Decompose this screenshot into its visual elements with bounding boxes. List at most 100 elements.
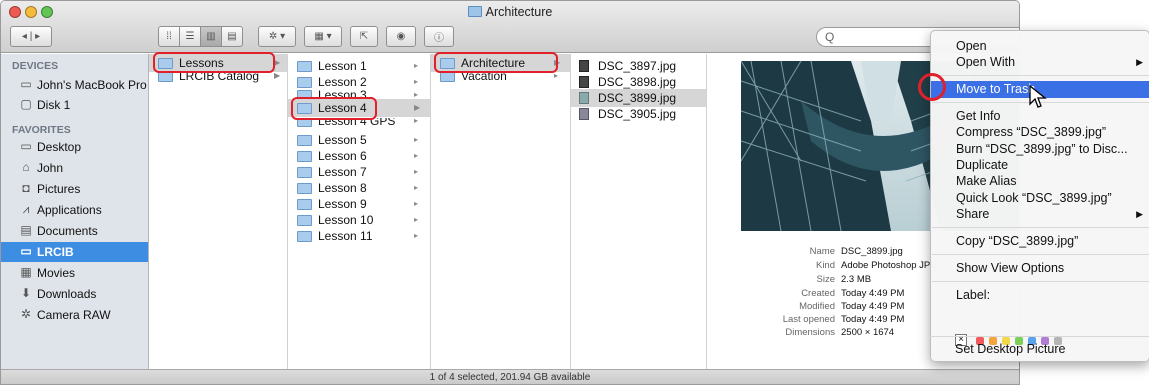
menu-item-open[interactable]: Open <box>931 38 1149 55</box>
menu-item-quick-look[interactable]: Quick Look “DSC_3899.jpg” <box>931 190 1149 207</box>
highlight-ring <box>434 52 558 73</box>
image-file-icon <box>579 92 589 104</box>
info-value: Adobe Photoshop JPE <box>841 260 937 271</box>
sidebar-item-disk1[interactable]: ▢ Disk 1 <box>1 95 148 115</box>
menu-item-open-with[interactable]: Open With ▶ <box>931 54 1149 71</box>
sidebar-item-desktop[interactable]: ▭ Desktop <box>1 137 148 157</box>
image-file-icon <box>579 108 589 120</box>
applications-icon: ⩘ <box>22 202 30 216</box>
list-item[interactable]: DSC_3905.jpg <box>571 105 706 123</box>
home-icon: ⌂ <box>22 160 30 174</box>
menu-item-burn[interactable]: Burn “DSC_3899.jpg” to Disc... <box>931 141 1149 158</box>
share-button[interactable]: ⇱ <box>350 26 378 47</box>
list-view-button[interactable]: ☰ <box>179 26 201 47</box>
info-value: DSC_3899.jpg <box>841 246 903 257</box>
menu-item-duplicate[interactable]: Duplicate <box>931 157 1149 174</box>
menu-label-heading: Label: <box>956 288 991 302</box>
column-view-button[interactable]: ▥ <box>200 26 222 47</box>
menu-separator <box>932 254 1149 255</box>
menu-item-make-alias[interactable]: Make Alias <box>931 173 1149 190</box>
chevron-right-icon: ▸ <box>414 231 419 240</box>
folder-icon <box>297 215 312 226</box>
info-value: 2.3 MB <box>841 274 872 285</box>
sidebar-item-john[interactable]: ⌂ John <box>1 158 148 178</box>
sidebar-item-applications[interactable]: ⩘ Applications <box>1 200 148 220</box>
menu-item-share[interactable]: Share ▶ <box>931 206 1149 223</box>
folder-icon <box>297 151 312 162</box>
back-forward-button[interactable]: ◂ | ▸ <box>10 26 52 47</box>
finder-window: Architecture ◂ | ▸ ⁞⁞ ☰ ▥ ▤ ✲ ▾ ▦ ▾ ⇱ ◉ … <box>0 0 1020 385</box>
column-4: DSC_3897.jpg DSC_3898.jpg DSC_3899.jpg D… <box>571 54 707 369</box>
info-label: Size <box>816 274 835 285</box>
info-label: Kind <box>815 260 835 271</box>
folder-icon <box>297 231 312 242</box>
highlight-ring <box>291 97 377 120</box>
menu-separator <box>932 281 1149 282</box>
movies-icon: ▦ <box>20 265 32 279</box>
laptop-icon: ▭ <box>20 77 32 91</box>
arrange-menu-button[interactable]: ▦ ▾ <box>304 26 342 47</box>
camera-icon: ◘ <box>22 181 30 195</box>
disk-icon: ▢ <box>20 97 32 111</box>
status-bar: 1 of 4 selected, 201.94 GB available <box>1 369 1019 384</box>
highlight-ring <box>153 52 275 73</box>
folder-icon: ▭ <box>20 244 32 258</box>
chevron-right-icon: ▸ <box>414 118 419 125</box>
sidebar-item-movies[interactable]: ▦ Movies <box>1 263 148 283</box>
menu-item-show-view-options[interactable]: Show View Options <box>931 260 1149 277</box>
downloads-icon: ⬇ <box>20 286 32 300</box>
title-bar: Architecture ◂ | ▸ ⁞⁞ ☰ ▥ ▤ ✲ ▾ ▦ ▾ ⇱ ◉ … <box>1 1 1019 53</box>
devices-header: DEVICES <box>12 60 59 72</box>
folder-icon <box>297 61 312 72</box>
folder-icon <box>467 6 482 17</box>
folder-icon <box>297 183 312 194</box>
folder-icon <box>297 135 312 146</box>
documents-icon: ▤ <box>20 223 32 237</box>
folder-icon <box>297 167 312 178</box>
info-label: Created <box>801 288 835 299</box>
info-value: 2500 × 1674 <box>841 327 895 338</box>
submenu-arrow-icon: ▶ <box>1136 57 1143 67</box>
mouse-cursor-icon <box>1029 84 1047 108</box>
sidebar-item-pictures[interactable]: ◘ Pictures <box>1 179 148 199</box>
quick-look-button[interactable]: ◉ <box>386 26 416 47</box>
menu-separator <box>932 227 1149 228</box>
submenu-arrow-icon: ▶ <box>1136 209 1143 219</box>
sidebar-item-macbook[interactable]: ▭ John's MacBook Pro <box>1 75 148 95</box>
sidebar-item-lrcib[interactable]: ▭ LRCIB <box>1 242 148 262</box>
highlight-ring <box>918 73 946 101</box>
info-value: Today 4:49 PM <box>841 314 905 325</box>
info-label: Dimensions <box>785 327 835 338</box>
context-menu: Open Open With ▶ Move to Trash Get Info C… <box>930 30 1149 362</box>
desktop-icon: ▭ <box>20 139 32 153</box>
menu-item-set-desktop-picture[interactable]: Set Desktop Picture <box>930 341 1149 358</box>
folder-icon <box>297 199 312 210</box>
info-value: Today 4:49 PM <box>841 288 905 299</box>
list-item[interactable]: Lesson 11 ▸ <box>288 227 430 245</box>
window-title: Architecture <box>1 5 1019 19</box>
sidebar-item-downloads[interactable]: ⬇ Downloads <box>1 284 148 304</box>
info-label: Modified <box>799 301 835 312</box>
icon-view-button[interactable]: ⁞⁞ <box>158 26 180 47</box>
action-menu-button[interactable]: ✲ ▾ <box>258 26 296 47</box>
chevron-right-icon: ▶ <box>414 103 421 112</box>
menu-separator <box>930 336 1149 337</box>
image-file-icon <box>579 60 589 72</box>
chevron-right-icon: ▸ <box>414 90 419 98</box>
info-label: Last opened <box>782 314 835 325</box>
coverflow-view-button[interactable]: ▤ <box>221 26 243 47</box>
info-label: Name <box>809 246 835 257</box>
menu-item-copy[interactable]: Copy “DSC_3899.jpg” <box>931 233 1149 250</box>
column-1: Lessons ▶ LRCIB Catalog ▶ <box>149 54 288 369</box>
info-value: Today 4:49 PM <box>841 301 905 312</box>
sidebar: DEVICES ▭ John's MacBook Pro ▢ Disk 1 FAVO… <box>1 54 149 369</box>
menu-item-compress[interactable]: Compress “DSC_3899.jpg” <box>931 124 1149 141</box>
gear-icon: ✲ <box>20 307 32 321</box>
sidebar-item-documents[interactable]: ▤ Documents <box>1 221 148 241</box>
chevron-right-icon: ▶ <box>274 71 281 80</box>
sidebar-item-camera-raw[interactable]: ✲ Camera RAW <box>1 305 148 325</box>
menu-item-get-info[interactable]: Get Info <box>931 108 1149 125</box>
menu-separator <box>932 75 1149 76</box>
column-3: Architecture ▶ Vacation ▸ <box>431 54 571 369</box>
info-button[interactable]: ⓘ <box>424 26 454 47</box>
